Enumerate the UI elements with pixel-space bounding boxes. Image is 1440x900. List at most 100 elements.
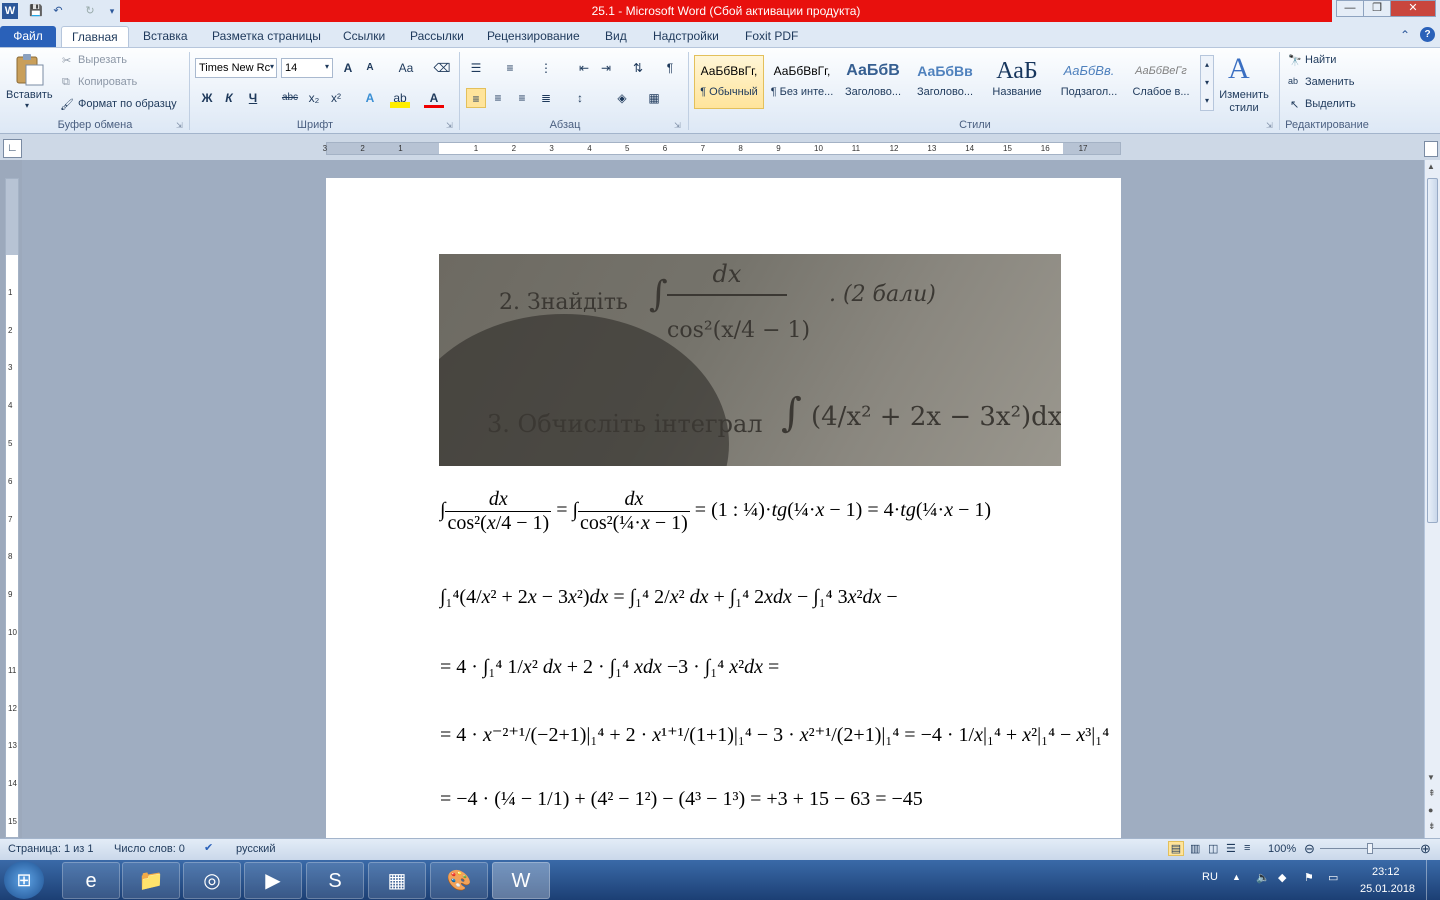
zoom-out-icon[interactable]: ⊖	[1304, 841, 1315, 857]
print-layout-view-icon[interactable]: ▤	[1168, 841, 1184, 856]
change-case-button[interactable]: Aa	[392, 58, 420, 78]
select-cursor-icon[interactable]: ↖	[1290, 98, 1299, 111]
style-heading-2[interactable]: АаБбВв Заголово...	[910, 55, 980, 109]
tab-addins[interactable]: Надстройки	[643, 26, 729, 48]
tab-review[interactable]: Рецензирование	[477, 26, 590, 48]
change-styles-button[interactable]: Изменить стили	[1218, 89, 1270, 115]
internet-explorer-icon[interactable]: e	[62, 862, 120, 899]
numbering-icon[interactable]: ≡	[500, 58, 520, 78]
copy-icon[interactable]: ⧉	[62, 76, 70, 89]
proofing-icon[interactable]: ✔	[204, 841, 213, 854]
customize-qat-icon[interactable]: ▾	[104, 3, 120, 19]
paragraph-launcher-icon[interactable]: ⇲	[674, 121, 681, 130]
cut-button[interactable]: Вырезать	[78, 54, 127, 66]
superscript-button[interactable]: x²	[326, 88, 346, 108]
zoom-slider-thumb[interactable]	[1367, 843, 1373, 854]
horizontal-ruler[interactable]: 3 2 1 1 2 3 4 5 6 7 8 9 10 11 12 13 14 15 16 17	[323, 142, 1121, 155]
equation-line-2[interactable]: ∫₁⁴(4/x² + 2x − 3x²)dx = ∫₁⁴ 2/x² dx + ∫…	[440, 586, 898, 609]
view-ruler-toggle[interactable]	[1424, 141, 1438, 157]
replace-icon[interactable]: ab	[1288, 76, 1298, 86]
clock-date[interactable]: 25.01.2018	[1360, 883, 1415, 895]
clipboard-launcher-icon[interactable]: ⇲	[176, 121, 183, 130]
tab-mailings[interactable]: Рассылки	[400, 26, 474, 48]
grow-font-button[interactable]: A	[338, 58, 358, 78]
font-family-select[interactable]: Times New Rc	[195, 58, 277, 78]
minimize-button[interactable]: —	[1336, 0, 1364, 17]
cut-icon[interactable]: ✂	[62, 54, 71, 67]
word-taskbar-icon[interactable]: W	[492, 862, 550, 899]
calculator-icon[interactable]: ▦	[368, 862, 426, 899]
style-no-spacing[interactable]: АаБбВвГг, ¶ Без инте...	[767, 55, 837, 109]
decrease-indent-icon[interactable]: ⇤	[574, 58, 594, 78]
tab-page-layout[interactable]: Разметка страницы	[202, 26, 331, 48]
zoom-in-icon[interactable]: ⊕	[1420, 841, 1431, 857]
tray-flag-icon[interactable]: ⚑	[1304, 871, 1314, 884]
font-color-button[interactable]: A	[424, 88, 444, 108]
save-icon[interactable]: 💾	[28, 3, 44, 19]
undo-icon[interactable]: ↶	[50, 3, 66, 19]
font-launcher-icon[interactable]: ⇲	[446, 121, 453, 130]
bold-button[interactable]: Ж	[197, 88, 217, 108]
show-marks-icon[interactable]: ¶	[660, 58, 680, 78]
clock-time[interactable]: 23:12	[1372, 866, 1400, 878]
select-browse-object-icon[interactable]: ●	[1428, 805, 1433, 815]
tab-selector[interactable]: ∟	[3, 139, 22, 158]
font-size-dropdown-icon[interactable]: ▾	[325, 62, 329, 71]
equation-line-5[interactable]: = −4 · (¼ − 1/1) + (4² − 1²) − (4³ − 1³)…	[440, 788, 923, 811]
network-icon[interactable]: ▭	[1328, 871, 1338, 884]
format-painter-icon[interactable]: 🖌	[60, 98, 74, 111]
zoom-level[interactable]: 100%	[1268, 843, 1296, 855]
bullets-icon[interactable]: ☰	[466, 58, 486, 78]
copy-button[interactable]: Копировать	[78, 76, 137, 88]
shrink-font-button[interactable]: A	[360, 58, 380, 78]
tab-references[interactable]: Ссылки	[333, 26, 395, 48]
underline-button[interactable]: Ч	[243, 88, 263, 108]
shading-icon[interactable]: ◈	[612, 88, 632, 108]
change-styles-icon[interactable]: A	[1228, 52, 1250, 86]
chrome-icon[interactable]: ◎	[183, 862, 241, 899]
task-photo[interactable]: 2. Знайдіть ∫ dx cos²(x/4 − 1) . (2 бали…	[439, 254, 1061, 466]
word-icon[interactable]: W	[2, 3, 18, 19]
sort-icon[interactable]: ⇅	[628, 58, 648, 78]
volume-icon[interactable]: 🔈	[1256, 871, 1270, 884]
style-normal[interactable]: АаБбВвГг, ¶ Обычный	[694, 55, 764, 109]
font-family-dropdown-icon[interactable]: ▾	[270, 62, 274, 71]
help-icon[interactable]: ?	[1420, 27, 1435, 42]
strikethrough-button[interactable]: abc	[278, 88, 302, 108]
style-title[interactable]: АаБ Название	[982, 55, 1052, 109]
vertical-ruler[interactable]: 1 2 3 4 5 6 7 8 9 10 11 12 13 14 15	[5, 178, 19, 838]
find-button[interactable]: Найти	[1305, 54, 1336, 66]
show-desktop-button[interactable]	[1426, 860, 1440, 900]
status-word-count[interactable]: Число слов: 0	[114, 843, 185, 855]
equation-line-1[interactable]: ∫ dx cos²(x/4 − 1) = ∫ dx cos²(¼·x − 1) = (1…	[440, 488, 991, 568]
tray-expand-icon[interactable]: ▲	[1232, 872, 1241, 882]
align-right-icon[interactable]: ≡	[512, 88, 532, 108]
close-button[interactable]: ✕	[1390, 0, 1436, 17]
previous-page-icon[interactable]: ⇞	[1428, 788, 1436, 799]
select-button[interactable]: Выделить	[1305, 98, 1356, 110]
align-center-icon[interactable]: ≡	[488, 88, 508, 108]
minimize-ribbon-icon[interactable]: ⌃	[1400, 28, 1410, 42]
status-language[interactable]: русский	[236, 843, 275, 855]
highlight-button[interactable]: ab	[390, 88, 410, 108]
binoculars-icon[interactable]: 🔭	[1288, 54, 1302, 67]
tab-home[interactable]: Главная	[61, 26, 129, 48]
tab-foxit-pdf[interactable]: Foxit PDF	[735, 26, 808, 48]
explorer-folder-icon[interactable]: 📁	[122, 862, 180, 899]
outline-view-icon[interactable]: ☰	[1226, 842, 1236, 855]
line-spacing-icon[interactable]: ↕	[570, 88, 590, 108]
justify-icon[interactable]: ≣	[536, 88, 556, 108]
restore-button[interactable]: ❐	[1363, 0, 1391, 17]
scroll-up-icon[interactable]: ▲	[1427, 162, 1435, 171]
styles-scroll[interactable]: ▴ ▾ ▾	[1200, 55, 1214, 111]
equation-line-4[interactable]: = 4 · x⁻²⁺¹/(−2+1)|₁⁴ + 2 · x¹⁺¹/(1+1)|₁…	[440, 722, 1109, 747]
style-subtle-emphasis[interactable]: АаБбВеГг Слабое в...	[1126, 55, 1196, 109]
replace-button[interactable]: Заменить	[1305, 76, 1354, 88]
scroll-down-icon[interactable]: ▼	[1427, 773, 1435, 782]
borders-icon[interactable]: ▦	[644, 88, 664, 108]
vertical-scrollbar[interactable]: ▲ ▼ ⇞ ● ⇟	[1424, 160, 1440, 838]
styles-launcher-icon[interactable]: ⇲	[1266, 121, 1273, 130]
format-painter-button[interactable]: Формат по образцу	[78, 98, 177, 110]
text-effects-button[interactable]: A	[360, 88, 380, 108]
start-button[interactable]: ⊞	[4, 861, 44, 899]
